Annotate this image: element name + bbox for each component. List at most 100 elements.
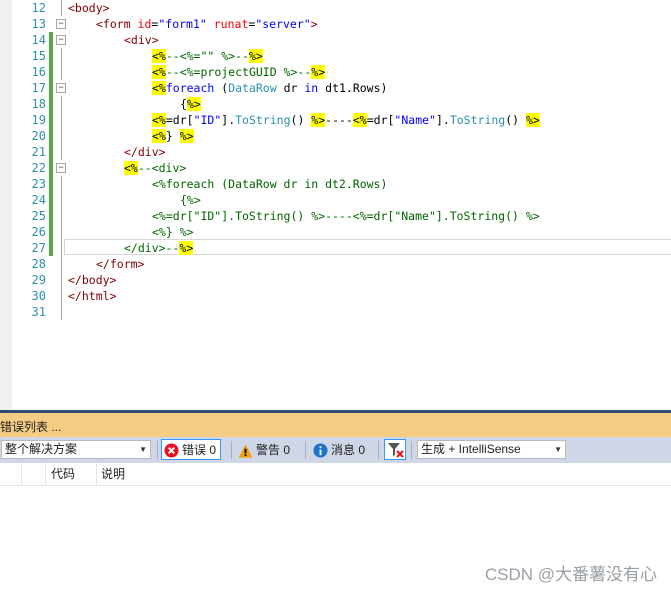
- line-number: 23: [31, 177, 46, 191]
- code-text[interactable]: <%foreach (DataRow dr in dt1.Rows): [152, 80, 387, 96]
- code-line[interactable]: 14− <div>: [0, 32, 671, 48]
- error-icon: [164, 443, 179, 458]
- code-text[interactable]: </div>: [124, 144, 166, 160]
- code-text[interactable]: <%--<%=projectGUID %>--%>: [152, 64, 326, 80]
- change-indicator: [49, 240, 53, 256]
- code-text[interactable]: </div>--%>: [124, 240, 194, 256]
- change-indicator: [49, 112, 53, 128]
- column-separator: [21, 463, 22, 485]
- warnings-filter-button[interactable]: 警告 0: [238, 440, 290, 460]
- line-number: 28: [31, 257, 46, 271]
- outline-guide: [61, 304, 62, 320]
- column-header-code[interactable]: 代码: [51, 463, 75, 485]
- code-line[interactable]: 24 {%>: [0, 192, 671, 208]
- line-number: 26: [31, 225, 46, 239]
- column-separator: [45, 463, 46, 485]
- line-number: 27: [31, 241, 46, 255]
- code-line[interactable]: 21 </div>: [0, 144, 671, 160]
- code-editor[interactable]: 12 <body> 13− <form id="form1" runat="serve…: [0, 0, 671, 410]
- code-text[interactable]: <form id="form1" runat="server">: [96, 16, 318, 32]
- build-source-select[interactable]: 生成 + IntelliSense ▼: [417, 440, 566, 459]
- warning-icon: [238, 444, 253, 458]
- code-text[interactable]: <%} %>: [152, 224, 194, 240]
- line-number: 21: [31, 145, 46, 159]
- info-icon: [313, 443, 328, 458]
- code-line[interactable]: 17− <%foreach (DataRow dr in dt1.Rows): [0, 80, 671, 96]
- outline-guide: [61, 64, 62, 80]
- chevron-down-icon: ▼: [554, 445, 562, 454]
- change-indicator: [49, 192, 53, 208]
- error-list-header: 代码 说明: [0, 463, 671, 486]
- collapse-icon[interactable]: −: [56, 163, 66, 173]
- outline-guide: [61, 192, 62, 208]
- code-text[interactable]: {%>: [180, 192, 201, 208]
- messages-filter-button[interactable]: 消息 0: [313, 440, 365, 460]
- toolbar-separator: [378, 441, 379, 459]
- collapse-icon[interactable]: −: [56, 19, 66, 29]
- scope-select[interactable]: 整个解决方案 ▼: [1, 440, 151, 459]
- code-text[interactable]: </html>: [68, 288, 116, 304]
- code-line[interactable]: 23 <%foreach (DataRow dr in dt2.Rows): [0, 176, 671, 192]
- change-indicator: [49, 160, 53, 176]
- change-indicator: [49, 96, 53, 112]
- errors-filter-button[interactable]: 错误 0: [161, 439, 222, 460]
- line-number: 20: [31, 129, 46, 143]
- outline-guide: [61, 48, 62, 64]
- code-line[interactable]: 15 <%--<%="" %>--%>: [0, 48, 671, 64]
- change-indicator: [49, 48, 53, 64]
- code-text[interactable]: <%=dr["ID"].ToString() %>----<%=dr["Name…: [152, 208, 540, 224]
- change-indicator: [49, 224, 53, 240]
- code-line[interactable]: 27 </div>--%>: [0, 240, 671, 256]
- watermark: CSDN @大番薯没有心: [484, 565, 657, 584]
- code-line[interactable]: 28 </form>: [0, 256, 671, 272]
- code-text[interactable]: <%=dr["ID"].ToString() %>----<%=dr["Name…: [152, 112, 540, 128]
- code-line[interactable]: 18 {%>: [0, 96, 671, 112]
- code-text[interactable]: </body>: [68, 272, 116, 288]
- filter-button[interactable]: [384, 439, 406, 460]
- column-header-description[interactable]: 说明: [101, 463, 125, 485]
- outline-guide: [61, 176, 62, 192]
- code-line[interactable]: 22− <%--<div>: [0, 160, 671, 176]
- code-text[interactable]: <body>: [68, 0, 110, 16]
- code-line[interactable]: 20 <%} %>: [0, 128, 671, 144]
- line-number: 25: [31, 209, 46, 223]
- outline-guide: [61, 208, 62, 224]
- code-line[interactable]: 19 <%=dr["ID"].ToString() %>----<%=dr["Na…: [0, 112, 671, 128]
- code-line[interactable]: 30 </html>: [0, 288, 671, 304]
- code-text[interactable]: {%>: [180, 96, 201, 112]
- toolbar-separator: [231, 441, 232, 459]
- code-text[interactable]: <%foreach (DataRow dr in dt2.Rows): [152, 176, 387, 192]
- code-line[interactable]: 29 </body>: [0, 272, 671, 288]
- scope-select-value: 整个解决方案: [5, 442, 78, 456]
- outline-guide: [61, 144, 62, 160]
- line-number: 13: [31, 17, 46, 31]
- code-text[interactable]: <%} %>: [152, 128, 194, 144]
- code-text[interactable]: </form>: [96, 256, 144, 272]
- code-text[interactable]: <div>: [124, 32, 159, 48]
- line-number: 19: [31, 113, 46, 127]
- panel-title-bar[interactable]: 错误列表 ...: [0, 410, 671, 437]
- line-number: 29: [31, 273, 46, 287]
- code-line[interactable]: 25 <%=dr["ID"].ToString() %>----<%=dr["Na…: [0, 208, 671, 224]
- code-text[interactable]: <%--<div>: [124, 160, 186, 176]
- collapse-icon[interactable]: −: [56, 35, 66, 45]
- collapse-icon[interactable]: −: [56, 83, 66, 93]
- code-line[interactable]: 13− <form id="form1" runat="server">: [0, 16, 671, 32]
- toolbar-separator: [411, 441, 412, 459]
- filter-icon: [388, 443, 404, 458]
- line-number: 24: [31, 193, 46, 207]
- panel-title: 错误列表 ...: [0, 420, 62, 434]
- code-text[interactable]: <%--<%="" %>--%>: [152, 48, 263, 64]
- code-line[interactable]: 26 <%} %>: [0, 224, 671, 240]
- code-line[interactable]: 16 <%--<%=projectGUID %>--%>: [0, 64, 671, 80]
- change-indicator: [49, 32, 53, 48]
- line-number: 12: [31, 1, 46, 15]
- change-indicator: [49, 208, 53, 224]
- outline-guide: [61, 0, 62, 16]
- outline-guide: [61, 224, 62, 240]
- code-line[interactable]: 12 <body>: [0, 0, 671, 16]
- line-number: 18: [31, 97, 46, 111]
- code-line[interactable]: 31: [0, 304, 671, 320]
- toolbar-separator: [305, 441, 306, 459]
- change-indicator: [49, 64, 53, 80]
